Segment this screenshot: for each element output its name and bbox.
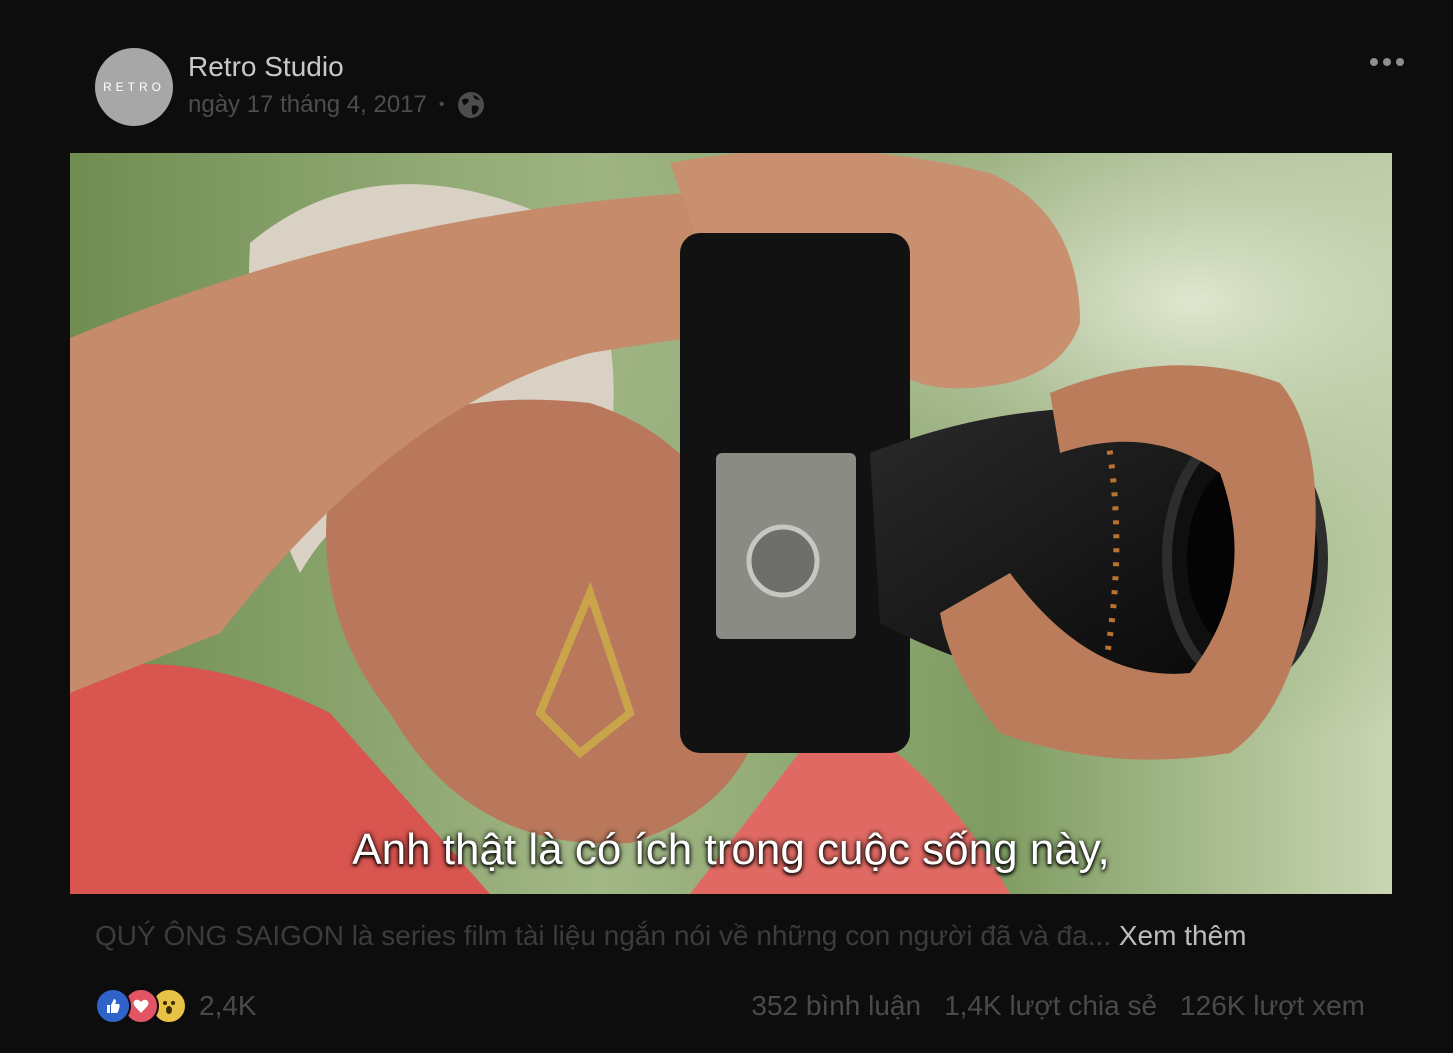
post-stats: 352 bình luận 1,4K lượt chia sẻ 126K lượ…: [751, 990, 1365, 1022]
video-player[interactable]: Anh thật là có ích trong cuộc sống này,: [70, 153, 1392, 894]
page-name-link[interactable]: Retro Studio: [188, 51, 344, 83]
more-dot: [1383, 58, 1391, 66]
avatar[interactable]: RETRO: [95, 48, 173, 126]
comments-count-link[interactable]: 352 bình luận: [751, 990, 921, 1022]
more-dot: [1396, 58, 1404, 66]
post-caption: QUÝ ÔNG SAIGON là series film tài liệu n…: [95, 920, 1246, 952]
meta-separator: •: [438, 96, 445, 113]
reactions-summary[interactable]: 2,4K: [95, 988, 257, 1024]
avatar-logo-text: RETRO: [103, 80, 165, 94]
globe-icon: [456, 90, 486, 120]
post-date[interactable]: ngày 17 tháng 4, 2017: [188, 91, 427, 119]
reaction-count: 2,4K: [199, 990, 257, 1021]
post-header: RETRO Retro Studio ngày 17 tháng 4, 2017…: [95, 48, 1395, 128]
views-count: 126K lượt xem: [1180, 990, 1365, 1021]
post-meta: ngày 17 tháng 4, 2017 •: [188, 90, 486, 120]
see-more-link[interactable]: Xem thêm: [1119, 920, 1247, 951]
more-dot: [1370, 58, 1378, 66]
shares-count-link[interactable]: 1,4K lượt chia sẻ: [944, 990, 1157, 1022]
like-reaction-icon: [95, 988, 131, 1024]
caption-text: QUÝ ÔNG SAIGON là series film tài liệu n…: [95, 920, 1112, 951]
video-subtitle: Anh thật là có ích trong cuộc sống này,: [352, 825, 1110, 874]
facebook-post: RETRO Retro Studio ngày 17 tháng 4, 2017…: [0, 0, 1453, 1053]
video-frame-image: [70, 153, 1392, 894]
more-options-icon[interactable]: [1370, 58, 1404, 66]
